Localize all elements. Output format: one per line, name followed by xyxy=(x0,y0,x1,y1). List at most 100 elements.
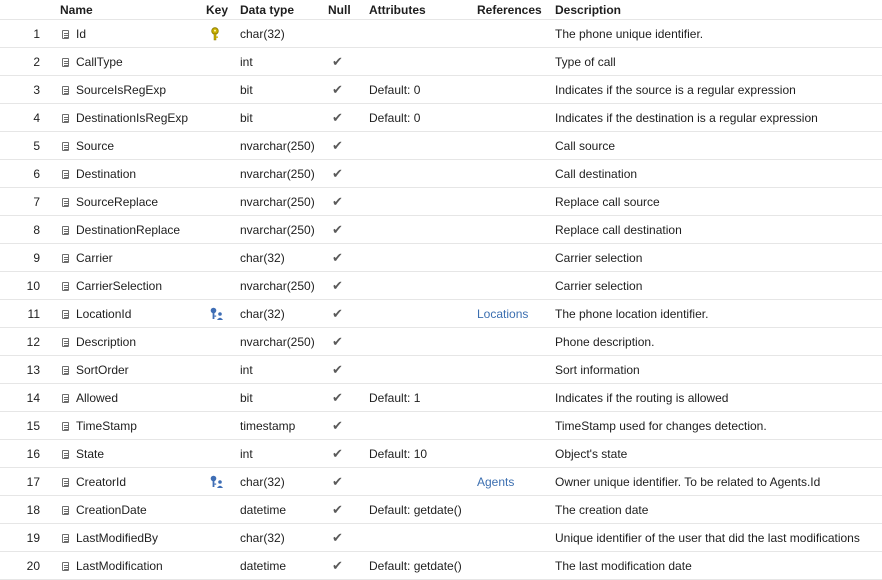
table-row[interactable]: 8 DestinationReplace nvarchar(250) ✔ Replace… xyxy=(0,215,882,244)
data-type-cell: timestamp xyxy=(234,411,322,440)
reference-link[interactable]: Agents xyxy=(477,475,514,489)
description-cell: Call destination xyxy=(549,159,882,188)
null-check-icon: ✔ xyxy=(322,355,363,384)
column-name-cell[interactable]: TimeStamp xyxy=(54,411,200,440)
description-cell: The creation date xyxy=(549,495,882,524)
table-row[interactable]: 20 LastModification datetime ✔ Default: getd… xyxy=(0,551,882,580)
column-icon xyxy=(62,393,69,403)
column-name: SourceIsRegExp xyxy=(76,82,167,97)
column-name-cell[interactable]: LocationId xyxy=(54,299,200,328)
row-index: 14 xyxy=(0,383,54,412)
column-name: Source xyxy=(76,138,115,153)
column-name-cell[interactable]: CarrierSelection xyxy=(54,271,200,300)
table-row[interactable]: 3 SourceIsRegExp bit ✔ Default: 0 Indicates i… xyxy=(0,75,882,104)
references-cell xyxy=(471,215,549,244)
description-cell: Replace call destination xyxy=(549,215,882,244)
description-cell: Object's state xyxy=(549,439,882,468)
data-type-cell: datetime xyxy=(234,551,322,580)
column-name-cell[interactable]: Description xyxy=(54,327,200,356)
column-name-cell[interactable]: CreationDate xyxy=(54,495,200,524)
reference-link[interactable]: Locations xyxy=(477,307,528,321)
description-cell: Unique identifier of the user that did t… xyxy=(549,523,882,552)
data-type-cell: nvarchar(250) xyxy=(234,271,322,300)
null-check-icon: ✔ xyxy=(322,215,363,244)
null-check-icon: ✔ xyxy=(322,75,363,104)
column-name-cell[interactable]: LastModifiedBy xyxy=(54,523,200,552)
column-name-cell[interactable]: SortOrder xyxy=(54,355,200,384)
column-name-cell[interactable]: Allowed xyxy=(54,383,200,412)
column-name-cell[interactable]: Destination xyxy=(54,159,200,188)
header-references[interactable]: References xyxy=(471,0,549,20)
column-name-cell[interactable]: State xyxy=(54,439,200,468)
table-row[interactable]: 11 LocationId char(32) ✔ Locations The phone … xyxy=(0,299,882,328)
key-cell xyxy=(200,355,234,384)
column-name-cell[interactable]: Source xyxy=(54,131,200,160)
references-cell[interactable]: Agents xyxy=(471,467,549,496)
table-row[interactable]: 14 Allowed bit ✔ Default: 1 Indicates if the … xyxy=(0,383,882,412)
column-name: Description xyxy=(76,334,137,349)
attributes-cell xyxy=(363,243,471,272)
column-name-cell[interactable]: CallType xyxy=(54,47,200,76)
references-cell xyxy=(471,355,549,384)
column-name-cell[interactable]: DestinationIsRegExp xyxy=(54,103,200,132)
data-type-cell: nvarchar(250) xyxy=(234,215,322,244)
column-name-cell[interactable]: Id xyxy=(54,19,200,48)
header-key[interactable]: Key xyxy=(200,0,234,20)
table-row[interactable]: 15 TimeStamp timestamp ✔ TimeStamp used for … xyxy=(0,411,882,440)
column-icon xyxy=(62,421,69,431)
header-name[interactable]: Name xyxy=(54,0,200,20)
header-null[interactable]: Null xyxy=(322,0,363,20)
table-row[interactable]: 2 CallType int ✔ Type of call xyxy=(0,47,882,76)
key-cell xyxy=(200,47,234,76)
row-index: 8 xyxy=(0,215,54,244)
table-row[interactable]: 18 CreationDate datetime ✔ Default: getdate(… xyxy=(0,495,882,524)
column-name-cell[interactable]: CreatorId xyxy=(54,467,200,496)
table-row[interactable]: 12 Description nvarchar(250) ✔ Phone descrip… xyxy=(0,327,882,356)
row-index: 16 xyxy=(0,439,54,468)
row-index: 1 xyxy=(0,19,54,48)
column-name-cell[interactable]: SourceReplace xyxy=(54,187,200,216)
attributes-cell xyxy=(363,355,471,384)
key-cell xyxy=(200,159,234,188)
row-index: 18 xyxy=(0,495,54,524)
table-row[interactable]: 5 Source nvarchar(250) ✔ Call source xyxy=(0,131,882,160)
table-row[interactable]: 1 Id char(32) The phone unique identifier. xyxy=(0,19,882,48)
attributes-cell: Default: getdate() xyxy=(363,495,471,524)
column-name-cell[interactable]: Carrier xyxy=(54,243,200,272)
column-name-cell[interactable]: LastModification xyxy=(54,551,200,580)
table-row[interactable]: 6 Destination nvarchar(250) ✔ Call destinati… xyxy=(0,159,882,188)
column-name-cell[interactable]: DestinationReplace xyxy=(54,215,200,244)
description-cell: Indicates if the source is a regular exp… xyxy=(549,75,882,104)
null-check-icon: ✔ xyxy=(322,271,363,300)
table-row[interactable]: 19 LastModifiedBy char(32) ✔ Unique identifi… xyxy=(0,523,882,552)
description-cell: Indicates if the routing is allowed xyxy=(549,383,882,412)
key-cell xyxy=(200,19,234,48)
header-attributes[interactable]: Attributes xyxy=(363,0,471,20)
table-row[interactable]: 16 State int ✔ Default: 10 Object's state xyxy=(0,439,882,468)
header-index xyxy=(0,0,54,20)
null-check-icon: ✔ xyxy=(322,439,363,468)
column-name-cell[interactable]: SourceIsRegExp xyxy=(54,75,200,104)
key-cell xyxy=(200,215,234,244)
column-name: Destination xyxy=(76,166,137,181)
row-index: 15 xyxy=(0,411,54,440)
references-cell xyxy=(471,47,549,76)
attributes-cell: Default: getdate() xyxy=(363,551,471,580)
row-index: 6 xyxy=(0,159,54,188)
table-row[interactable]: 4 DestinationIsRegExp bit ✔ Default: 0 Indica… xyxy=(0,103,882,132)
data-type-cell: char(32) xyxy=(234,467,322,496)
references-cell xyxy=(471,271,549,300)
header-description[interactable]: Description xyxy=(549,0,882,20)
attributes-cell: Default: 0 xyxy=(363,75,471,104)
table-row[interactable]: 9 Carrier char(32) ✔ Carrier selection xyxy=(0,243,882,272)
header-data-type[interactable]: Data type xyxy=(234,0,322,20)
attributes-cell xyxy=(363,271,471,300)
table-row[interactable]: 17 CreatorId char(32) ✔ Agents Owner unique i… xyxy=(0,467,882,496)
table-row[interactable]: 7 SourceReplace nvarchar(250) ✔ Replace call… xyxy=(0,187,882,216)
column-icon xyxy=(62,141,69,151)
table-row[interactable]: 10 CarrierSelection nvarchar(250) ✔ Carrier … xyxy=(0,271,882,300)
references-cell[interactable]: Locations xyxy=(471,299,549,328)
table-row[interactable]: 13 SortOrder int ✔ Sort information xyxy=(0,355,882,384)
attributes-cell: Default: 1 xyxy=(363,383,471,412)
column-icon xyxy=(62,337,69,347)
